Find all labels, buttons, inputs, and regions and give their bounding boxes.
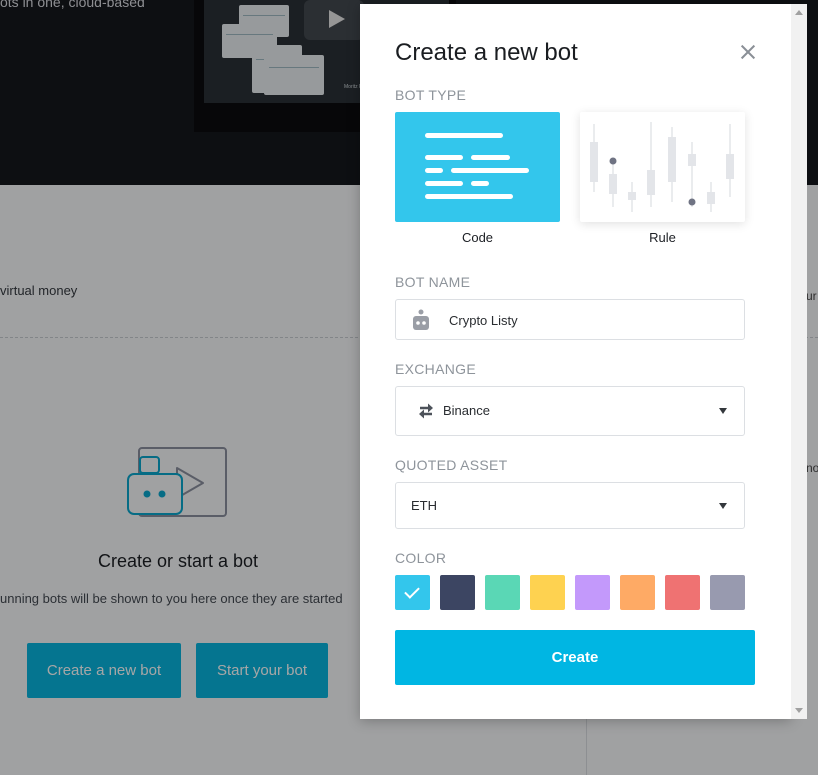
color-swatch[interactable]: [665, 575, 700, 610]
bot-type-code-label: Code: [461, 230, 494, 245]
color-swatch[interactable]: [575, 575, 610, 610]
code-line: [425, 133, 503, 138]
bot-name-value: Crypto Listy: [449, 313, 518, 328]
chevron-down-icon: [719, 503, 727, 509]
scroll-up-icon[interactable]: [795, 10, 803, 15]
quoted-asset-value: ETH: [411, 498, 437, 513]
bot-name-label: BOT NAME: [395, 274, 471, 290]
code-line: [471, 155, 510, 160]
create-button[interactable]: Create: [395, 630, 755, 685]
close-icon[interactable]: [738, 42, 758, 62]
color-swatch[interactable]: [530, 575, 565, 610]
modal-title: Create a new bot: [395, 39, 578, 66]
bot-type-label: BOT TYPE: [395, 87, 467, 103]
color-swatch[interactable]: [620, 575, 655, 610]
bot-type-rule-card[interactable]: [580, 112, 745, 222]
quoted-asset-select[interactable]: ETH: [395, 482, 745, 529]
code-line: [425, 181, 463, 186]
exchange-label: EXCHANGE: [395, 361, 476, 377]
robot-icon: [413, 309, 429, 330]
code-line: [425, 194, 513, 199]
code-line: [451, 168, 529, 173]
exchange-select[interactable]: Binance: [395, 386, 745, 436]
candlestick-chart-icon: [590, 122, 734, 212]
chevron-down-icon: [719, 408, 727, 414]
color-swatch[interactable]: [485, 575, 520, 610]
bot-type-code-card[interactable]: [395, 112, 560, 222]
quoted-asset-label: QUOTED ASSET: [395, 457, 508, 473]
create-bot-modal: Create a new bot BOT TYPE Code Rule BOT …: [360, 4, 791, 719]
exchange-value: Binance: [443, 403, 490, 418]
code-line: [425, 168, 443, 173]
color-swatch[interactable]: [395, 575, 430, 610]
swap-arrows-icon: [419, 403, 433, 419]
scrollbar[interactable]: [791, 4, 807, 719]
color-label: COLOR: [395, 550, 447, 566]
color-swatch[interactable]: [710, 575, 745, 610]
code-line: [425, 155, 463, 160]
color-swatch[interactable]: [440, 575, 475, 610]
code-line: [471, 181, 489, 186]
bot-name-input[interactable]: Crypto Listy: [395, 299, 745, 340]
bot-type-rule-label: Rule: [649, 230, 676, 245]
scroll-down-icon[interactable]: [795, 708, 803, 713]
